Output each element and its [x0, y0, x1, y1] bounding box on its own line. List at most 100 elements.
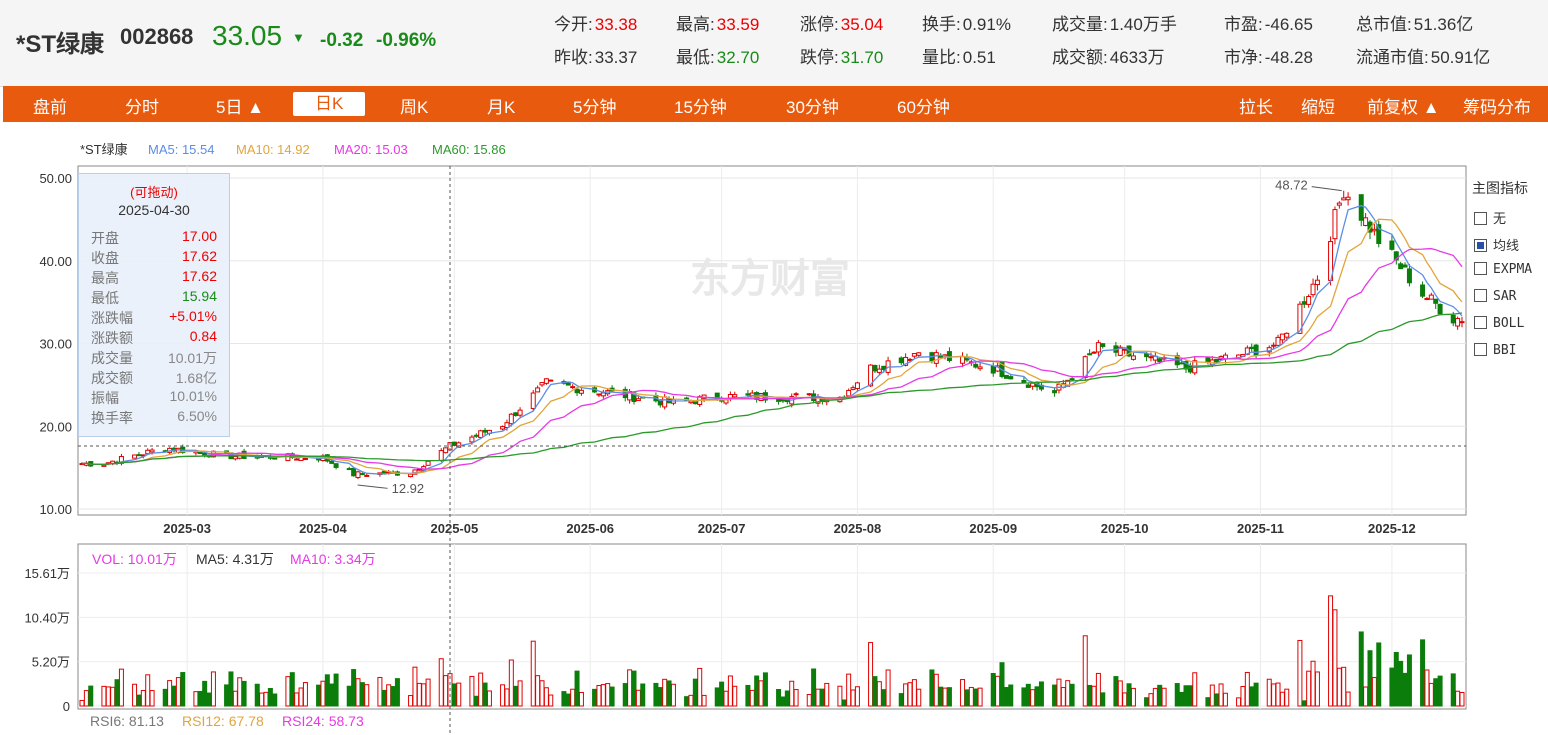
- volume-bar: [1332, 609, 1338, 707]
- candle-tooltip[interactable]: (可拖动) 2025-04-30 开盘 17.00 收盘 17.62 最高 17.62 最低…: [78, 173, 230, 437]
- tab-4[interactable]: 周K: [400, 93, 428, 118]
- candle: [1214, 358, 1220, 363]
- volume-bar: [289, 672, 295, 707]
- volume-bar: [224, 684, 230, 707]
- volume-bar: [456, 682, 462, 707]
- volume-bar: [1420, 639, 1426, 707]
- volume-bar: [324, 674, 330, 707]
- tooltip-drag-hint: (可拖动): [130, 185, 178, 200]
- volume-bar: [1358, 631, 1364, 707]
- candle: [333, 463, 339, 468]
- volume-bar: [929, 669, 935, 707]
- stat-label: 量比:: [922, 48, 961, 67]
- x-tick-label: 2025-04: [299, 521, 347, 536]
- volume-bar: [1266, 678, 1272, 707]
- stock-code: 002868: [120, 24, 194, 49]
- checkbox-icon[interactable]: [1474, 316, 1487, 329]
- volume-bar: [600, 684, 606, 707]
- volume-bar: [1253, 682, 1259, 707]
- volume-bar: [110, 686, 116, 707]
- candle: [1428, 294, 1434, 300]
- volume-bar: [596, 685, 602, 707]
- candle: [1341, 197, 1347, 201]
- tab-right-2[interactable]: 前复权 ▲: [1367, 93, 1440, 118]
- tooltip-row: 涨跌额 0.84: [91, 328, 217, 348]
- volume-bar: [1126, 683, 1132, 707]
- tab-1[interactable]: 分时: [125, 93, 159, 118]
- tooltip-row: 最低 15.94: [91, 288, 217, 308]
- volume-bar: [635, 689, 641, 707]
- volume-bar: [789, 680, 795, 707]
- volume-bar: [263, 691, 269, 707]
- volume-bar: [1082, 635, 1088, 707]
- rsi-legend-0: RSI6: 81.13: [90, 713, 164, 729]
- volume-bar: [473, 695, 479, 707]
- tab-9[interactable]: 60分钟: [897, 93, 950, 118]
- volume-bar: [1389, 667, 1395, 707]
- tab-8[interactable]: 30分钟: [786, 93, 839, 118]
- candle: [1402, 264, 1408, 268]
- indicator-option-4[interactable]: BOLL: [1474, 316, 1524, 332]
- volume-bar: [784, 690, 790, 707]
- volume-bar: [517, 680, 523, 707]
- checkbox-icon[interactable]: [1474, 239, 1487, 252]
- indicator-option-1[interactable]: 均线: [1474, 235, 1519, 254]
- tab-6[interactable]: 5分钟: [573, 93, 616, 118]
- ma-legend-1: MA5: 15.54: [148, 142, 215, 157]
- tab-3[interactable]: 日K: [293, 92, 366, 116]
- volume-bar: [653, 682, 659, 707]
- indicator-option-2[interactable]: EXPMA: [1474, 262, 1532, 278]
- volume-bar: [811, 668, 817, 707]
- candle: [513, 412, 519, 416]
- volume-bar: [1113, 676, 1119, 707]
- volume-bar: [960, 679, 966, 707]
- high-marker-arrow: [1311, 186, 1342, 192]
- checkbox-icon[interactable]: [1474, 289, 1487, 302]
- x-tick-label: 2025-07: [698, 521, 746, 536]
- volume-bar: [421, 683, 427, 707]
- checkbox-icon[interactable]: [1474, 212, 1487, 225]
- stat-stats_row1-2: 涨停: 35.04: [800, 10, 883, 35]
- tab-5[interactable]: 月K: [487, 93, 515, 118]
- volume-bar: [1030, 689, 1036, 707]
- ma-legend-2: MA10: 14.92: [236, 142, 310, 157]
- volume-bar: [1214, 693, 1220, 707]
- candle: [872, 364, 878, 372]
- tab-2[interactable]: 5日 ▲: [216, 93, 264, 118]
- volume-bar: [162, 688, 168, 707]
- tab-right-0[interactable]: 拉长: [1239, 93, 1273, 118]
- tab-right-1[interactable]: 缩短: [1301, 93, 1335, 118]
- volume-bar: [1450, 673, 1456, 707]
- volume-bar: [1008, 684, 1014, 707]
- indicator-option-5[interactable]: BBI: [1474, 343, 1516, 359]
- tab-7[interactable]: 15分钟: [674, 93, 727, 118]
- checkbox-icon[interactable]: [1474, 343, 1487, 356]
- indicator-option-3[interactable]: SAR: [1474, 289, 1516, 305]
- candle: [732, 394, 738, 398]
- kline-chart[interactable]: 50.00 40.00 30.00 20.00 10.00 2025-03 2025-04 2…: [0, 122, 1548, 735]
- candle: [408, 473, 414, 478]
- volume-bar: [359, 682, 365, 707]
- volume-bar: [1336, 667, 1342, 707]
- volume-bar: [907, 682, 913, 707]
- volume-bar: [1284, 688, 1290, 707]
- volume-bar: [1087, 684, 1093, 707]
- tab-right-3[interactable]: 筹码分布: [1463, 93, 1531, 118]
- x-tick-label: 2025-06: [566, 521, 614, 536]
- volume-bar: [210, 671, 216, 707]
- volume-bar: [872, 676, 878, 707]
- candle: [535, 387, 541, 393]
- indicator-option-0[interactable]: 无: [1474, 208, 1506, 227]
- candle: [329, 460, 335, 464]
- volume-bar: [1144, 697, 1150, 707]
- tab-0[interactable]: 盘前: [33, 93, 67, 118]
- volume-bar: [1398, 660, 1404, 707]
- volume-bar: [438, 658, 444, 707]
- checkbox-icon[interactable]: [1474, 262, 1487, 275]
- volume-bar: [1341, 666, 1347, 707]
- volume-bar: [486, 690, 492, 707]
- candle: [578, 389, 584, 394]
- candle: [635, 398, 641, 402]
- volume-bar: [749, 689, 755, 707]
- stat-value: 33.38: [594, 15, 638, 34]
